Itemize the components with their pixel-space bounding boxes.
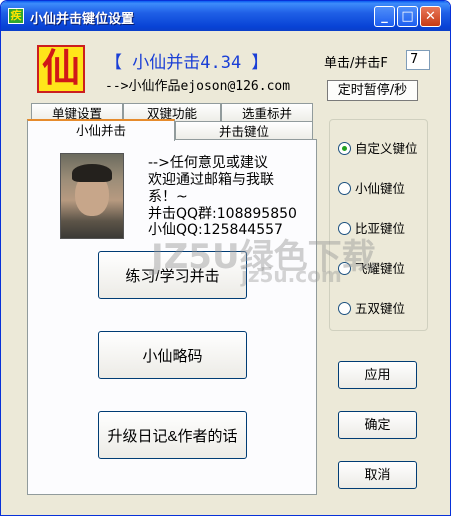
- ok-button[interactable]: 确定: [338, 411, 417, 439]
- author-photo: [60, 153, 124, 239]
- close-button[interactable]: ✕: [420, 6, 441, 27]
- photo-hair: [72, 164, 112, 182]
- radio-label: 自定义键位: [355, 141, 418, 156]
- changelog-button[interactable]: 升级日记&作者的话: [98, 411, 247, 459]
- contact-line-3: 系！~: [148, 189, 188, 205]
- minimize-button[interactable]: _: [374, 6, 395, 27]
- shorthand-button[interactable]: 小仙略码: [98, 331, 247, 379]
- radio-button[interactable]: [338, 302, 351, 315]
- title-bar[interactable]: 疾 小仙并击键位设置 _ □ ✕: [1, 1, 450, 31]
- app-logo: 仙: [37, 45, 85, 93]
- radio-xiaoxian-layout[interactable]: 小仙键位: [338, 178, 406, 196]
- qq-group: 并击QQ群:108895850: [148, 206, 297, 222]
- timer-pause-button[interactable]: 定时暂停/秒: [327, 80, 418, 101]
- app-icon: 疾: [8, 8, 24, 24]
- contact-line-2: 欢迎通过邮箱与我联: [148, 172, 274, 188]
- radio-label: 小仙键位: [355, 181, 406, 196]
- tab-key-layout[interactable]: 并击键位: [175, 121, 313, 141]
- mode-label: 单击/并击F: [324, 56, 388, 71]
- watermark-url: jz5u.com: [241, 263, 342, 287]
- app-window: 疾 小仙并击键位设置 _ □ ✕ 仙 【 小仙并击4.34 】 -->小仙作品e…: [0, 0, 451, 516]
- app-name: 【 小仙并击4.34 】: [105, 53, 269, 73]
- apply-button[interactable]: 应用: [338, 361, 417, 389]
- window-title: 小仙并击键位设置: [30, 12, 135, 27]
- cancel-button[interactable]: 取消: [338, 461, 417, 489]
- tab-selection-mark[interactable]: 选重标并: [221, 103, 313, 123]
- maximize-button[interactable]: □: [397, 6, 418, 27]
- tab-xiaoxian[interactable]: 小仙并击: [27, 119, 175, 141]
- mode-key-input[interactable]: 7: [406, 50, 430, 70]
- author-line: -->小仙作品ejoson@126.com: [105, 79, 291, 94]
- radio-button-checked[interactable]: [338, 142, 351, 155]
- radio-custom-layout[interactable]: 自定义键位: [338, 138, 418, 156]
- radio-wushuang-layout[interactable]: 五双键位: [338, 298, 406, 316]
- contact-line-1: -->任何意见或建议: [148, 155, 268, 171]
- radio-label: 五双键位: [355, 301, 406, 316]
- radio-button[interactable]: [338, 182, 351, 195]
